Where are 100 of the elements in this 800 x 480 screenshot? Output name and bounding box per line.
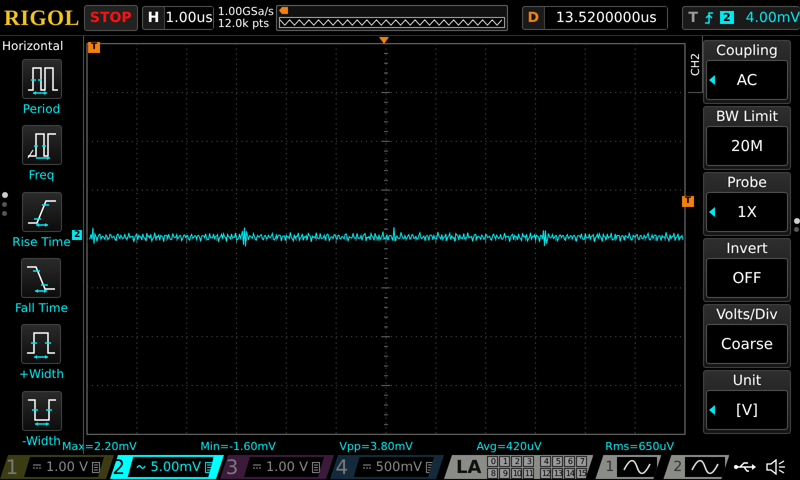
trigger-label: T — [687, 10, 698, 26]
menu-title: Horizontal — [1, 38, 64, 55]
delay-value: 13.5200000us — [544, 6, 668, 28]
digital-channel-label: 11 — [523, 468, 534, 478]
speaker-icon[interactable] — [766, 459, 786, 475]
trigger-position-icon[interactable] — [379, 37, 389, 44]
measure-label: Freq — [28, 168, 54, 182]
digital-channel-label: 9 — [499, 468, 510, 478]
channel-number: 4 — [334, 455, 350, 479]
timebase-display[interactable]: H 1.00us — [142, 6, 214, 30]
softkey-value: AC — [736, 71, 758, 89]
measure-button[interactable] — [22, 390, 62, 431]
measurement-value: Rms=650uV — [605, 440, 674, 453]
logic-analyzer-label: LA — [456, 456, 482, 478]
trigger-display[interactable]: T 2 4.00mV — [682, 6, 800, 30]
softkey-value: OFF — [732, 269, 762, 287]
softkey-title: Volts/Div — [716, 306, 778, 324]
channel-tile[interactable]: 1 1.00 V — [0, 455, 114, 479]
digital-channel-label: 5 — [552, 456, 564, 466]
dc-coupling-icon — [32, 463, 42, 471]
digital-channel-label: 1 — [499, 456, 510, 466]
delay-display[interactable]: D 13.5200000us — [522, 6, 668, 30]
measure-button[interactable] — [22, 125, 62, 166]
softkey-value: [V] — [736, 401, 758, 419]
digital-channel-label: 4 — [540, 456, 552, 466]
channel-number: 1 — [4, 455, 20, 479]
measure-button[interactable] — [21, 324, 62, 364]
measurement-value: Avg=420uV — [476, 440, 542, 453]
digital-channel-label: 7 — [576, 456, 588, 466]
digital-channel-label: 14 — [564, 468, 576, 478]
measure-button[interactable] — [22, 192, 62, 232]
trigger-level: 4.00mV — [746, 10, 800, 26]
digital-channel-label: 6 — [564, 456, 576, 466]
softkey-title: Coupling — [716, 42, 778, 60]
channel-tile[interactable]: 3 1.00 V — [220, 455, 334, 479]
digital-channel-label: 15 — [576, 468, 588, 478]
channel-marker[interactable]: 2 — [72, 230, 82, 240]
softkey-title: Probe — [727, 174, 767, 192]
trigger-position-icon — [278, 7, 288, 14]
brand-logo: RIGOL — [4, 4, 80, 30]
channel-scale: 1.00 V — [266, 460, 308, 474]
measure-label: -Width — [22, 434, 61, 448]
generator-number: 1 — [605, 459, 614, 475]
softkey-button[interactable]: BW Limit 20M — [703, 106, 791, 170]
delay-label: D — [526, 10, 540, 26]
softkey-value: Coarse — [720, 335, 774, 353]
timebase-value: 1.00us — [164, 6, 213, 28]
bandwidth-limit-icon — [205, 462, 213, 472]
softkey-button[interactable]: Unit [V] — [703, 370, 791, 434]
measure-label: Rise Time — [12, 234, 71, 249]
dc-coupling-icon — [252, 463, 262, 471]
measurement-value: Min=-1.60mV — [200, 440, 276, 453]
digital-channel-label: 12 — [540, 468, 552, 478]
dc-coupling-icon — [362, 463, 372, 471]
channel-scale: 500mV — [376, 460, 422, 474]
measure-button[interactable] — [21, 258, 62, 298]
softkey-value: 20M — [730, 137, 764, 155]
bandwidth-limit-icon — [92, 462, 100, 472]
generator-tile[interactable]: 1 — [595, 455, 662, 479]
ac-coupling-icon — [136, 463, 146, 471]
bandwidth-limit-icon — [426, 462, 434, 472]
timebase-label: H — [146, 10, 160, 26]
rising-edge-icon — [704, 10, 714, 24]
generator-tile[interactable]: 2 — [663, 455, 730, 479]
bandwidth-limit-icon — [312, 462, 320, 472]
softkey-title: Unit — [732, 372, 762, 390]
softkey-value: 1X — [737, 203, 757, 221]
softkey-title: Invert — [726, 240, 768, 258]
digital-channel-label: 10 — [511, 468, 522, 478]
channel-tile[interactable]: 4 500mV — [330, 455, 444, 479]
digital-channel-label: 2 — [511, 456, 522, 466]
sine-wave-icon — [690, 460, 720, 474]
softkey-button[interactable]: Probe 1X — [703, 172, 791, 236]
digital-channel-label: 3 — [523, 456, 534, 466]
time-marker[interactable]: T — [88, 42, 100, 53]
measurement-value: Vpp=3.80mV — [339, 440, 413, 453]
logic-analyzer-tile[interactable]: LA 0 1 2 3 4 5 6 7 8 9 10 11 12 13 14 15 — [444, 455, 594, 479]
measure-button[interactable] — [22, 59, 62, 99]
measure-label: +Width — [19, 367, 64, 382]
softkey-title: BW Limit — [716, 108, 778, 126]
measure-label: Fall Time — [14, 300, 68, 315]
softkey-button[interactable]: Volts/Div Coarse — [703, 304, 791, 368]
channel-scale: 5.00mV — [150, 460, 201, 474]
trigger-level-marker[interactable]: T — [682, 196, 694, 207]
measure-label: Period — [22, 102, 60, 116]
measurement-value: Max=2.20mV — [62, 440, 137, 453]
digital-channel-label: 8 — [487, 468, 498, 478]
generator-number: 2 — [673, 459, 682, 475]
digital-channel-label: 13 — [552, 468, 564, 478]
channel-number: 3 — [224, 455, 240, 479]
run-state-indicator[interactable]: STOP — [84, 4, 138, 30]
digital-channel-label: 0 — [487, 456, 498, 466]
softkey-button[interactable]: Coupling AC — [703, 40, 791, 104]
memory-depth: 12.0k pts — [218, 18, 270, 30]
usb-icon — [734, 461, 756, 473]
channel-scale: 1.00 V — [46, 460, 88, 474]
sample-rate: 1.00GSa/s — [218, 6, 272, 18]
sine-wave-icon — [622, 460, 652, 474]
softkey-button[interactable]: Invert OFF — [703, 238, 791, 302]
trigger-source: 2 — [720, 11, 734, 24]
